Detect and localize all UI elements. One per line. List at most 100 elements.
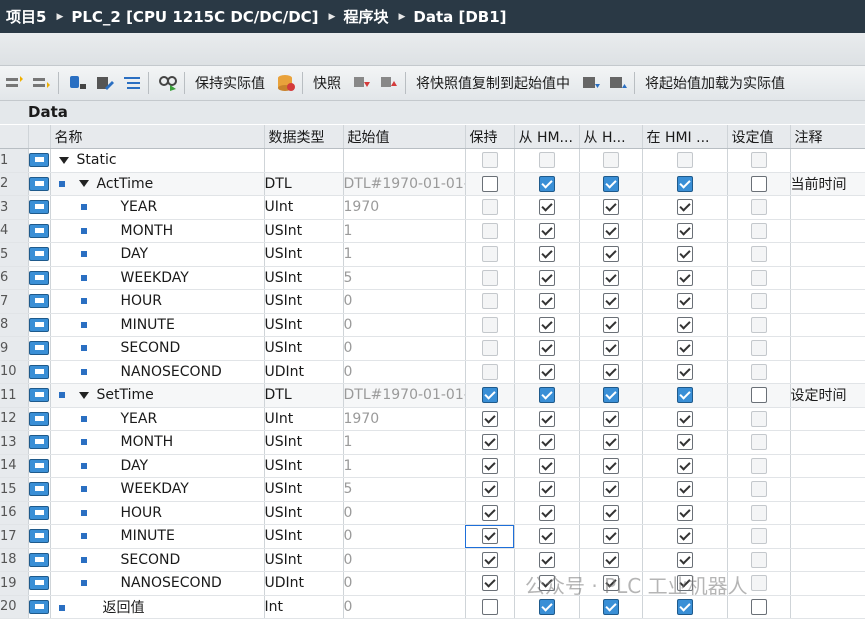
- comment-cell[interactable]: 设定时间: [790, 383, 865, 408]
- setpoint-checkbox[interactable]: [750, 363, 767, 380]
- retain-cell[interactable]: [465, 548, 515, 572]
- hmi-writable-cell[interactable]: [579, 430, 643, 455]
- comment-cell[interactable]: [790, 430, 865, 455]
- start-value-cell[interactable]: 0: [343, 595, 466, 619]
- col-hmi-accessible[interactable]: 从 HM...: [514, 125, 580, 149]
- col-hmi-visible[interactable]: 在 HMI ...: [642, 125, 728, 149]
- hmi-writable-cell[interactable]: [579, 266, 643, 290]
- hmi-visible-checkbox[interactable]: [676, 152, 693, 169]
- hmi-writable-cell[interactable]: [579, 195, 643, 220]
- setpoint-checkbox[interactable]: [750, 222, 767, 239]
- insert-row-icon[interactable]: [3, 71, 27, 95]
- setpoint-cell[interactable]: [727, 289, 791, 314]
- datatype-cell[interactable]: Int: [264, 595, 344, 619]
- breadcrumb-blocks[interactable]: 程序块: [343, 6, 388, 27]
- setpoint-cell[interactable]: [727, 383, 791, 408]
- hmi-writable-checkbox[interactable]: [602, 293, 619, 310]
- hmi-writable-checkbox[interactable]: [602, 246, 619, 263]
- hmi-writable-checkbox[interactable]: [602, 598, 619, 615]
- hmi-accessible-checkbox[interactable]: [538, 340, 555, 357]
- setpoint-checkbox[interactable]: [750, 175, 767, 192]
- hmi-writable-checkbox[interactable]: [602, 457, 619, 474]
- hmi-writable-checkbox[interactable]: [602, 175, 619, 192]
- load-start-icon[interactable]: [606, 71, 630, 95]
- hmi-accessible-checkbox[interactable]: [538, 246, 555, 263]
- table-row[interactable]: 1 Static: [0, 148, 865, 173]
- hmi-writable-cell[interactable]: [579, 477, 643, 502]
- hmi-accessible-checkbox[interactable]: [538, 152, 555, 169]
- hmi-accessible-checkbox[interactable]: [538, 269, 555, 286]
- hmi-writable-checkbox[interactable]: [602, 387, 619, 404]
- table-row[interactable]: 18 SECOND USInt 0: [0, 548, 865, 572]
- hmi-accessible-cell[interactable]: [514, 501, 580, 525]
- setpoint-cell[interactable]: [727, 336, 791, 361]
- start-value-cell[interactable]: DTL#1970-01-01-: [343, 383, 466, 408]
- name-cell[interactable]: HOUR: [50, 289, 265, 314]
- db-monitor-icon[interactable]: [66, 71, 90, 95]
- name-cell[interactable]: SetTime: [50, 383, 265, 408]
- table-row[interactable]: 16 HOUR USInt 0: [0, 501, 865, 525]
- retain-cell[interactable]: [465, 454, 515, 478]
- start-value-cell[interactable]: 1: [343, 454, 466, 478]
- start-value-cell[interactable]: 0: [343, 501, 466, 525]
- retain-cell[interactable]: [465, 336, 515, 361]
- monitor-glasses-icon[interactable]: [156, 71, 180, 95]
- name-cell[interactable]: MONTH: [50, 430, 265, 455]
- datatype-cell[interactable]: USInt: [264, 430, 344, 455]
- hmi-writable-cell[interactable]: [579, 242, 643, 267]
- name-cell[interactable]: WEEKDAY: [50, 477, 265, 502]
- hmi-visible-checkbox[interactable]: [676, 528, 693, 545]
- hmi-writable-checkbox[interactable]: [602, 269, 619, 286]
- start-value-cell[interactable]: DTL#1970-01-01-: [343, 172, 466, 196]
- retain-checkbox[interactable]: [481, 152, 498, 169]
- start-value-cell[interactable]: 1970: [343, 195, 466, 220]
- datatype-cell[interactable]: USInt: [264, 477, 344, 502]
- hmi-writable-cell[interactable]: [579, 219, 643, 243]
- hmi-writable-checkbox[interactable]: [602, 199, 619, 216]
- start-value-cell[interactable]: 5: [343, 477, 466, 502]
- hmi-visible-cell[interactable]: [642, 242, 728, 267]
- retain-cell[interactable]: [465, 148, 515, 173]
- name-cell[interactable]: WEEKDAY: [50, 266, 265, 290]
- retain-checkbox[interactable]: [481, 340, 498, 357]
- table-row[interactable]: 12 YEAR UInt 1970: [0, 407, 865, 431]
- hmi-visible-cell[interactable]: [642, 383, 728, 408]
- hmi-visible-cell[interactable]: [642, 430, 728, 455]
- start-value-cell[interactable]: 5: [343, 266, 466, 290]
- setpoint-checkbox[interactable]: [750, 434, 767, 451]
- setpoint-cell[interactable]: [727, 360, 791, 384]
- hmi-visible-cell[interactable]: [642, 454, 728, 478]
- datatype-cell[interactable]: USInt: [264, 242, 344, 267]
- hmi-writable-cell[interactable]: [579, 501, 643, 525]
- keep-actual-values-button[interactable]: 保持实际值: [195, 73, 265, 93]
- hmi-visible-cell[interactable]: [642, 524, 728, 549]
- retain-checkbox[interactable]: [481, 269, 498, 286]
- hmi-accessible-checkbox[interactable]: [538, 222, 555, 239]
- name-cell[interactable]: DAY: [50, 454, 265, 478]
- setpoint-cell[interactable]: [727, 524, 791, 549]
- retain-cell[interactable]: [465, 266, 515, 290]
- breadcrumb-project[interactable]: 项目5: [0, 6, 46, 27]
- hmi-visible-checkbox[interactable]: [676, 481, 693, 498]
- datatype-cell[interactable]: UDInt: [264, 571, 344, 596]
- name-cell[interactable]: MONTH: [50, 219, 265, 243]
- hmi-accessible-cell[interactable]: [514, 383, 580, 408]
- retain-cell[interactable]: [465, 501, 515, 525]
- hmi-writable-cell[interactable]: [579, 548, 643, 572]
- setpoint-checkbox[interactable]: [750, 504, 767, 521]
- hmi-visible-checkbox[interactable]: [676, 222, 693, 239]
- retain-cell[interactable]: [465, 383, 515, 408]
- retain-cell[interactable]: [465, 195, 515, 220]
- hmi-visible-checkbox[interactable]: [676, 316, 693, 333]
- copy-snapshot-icon[interactable]: [350, 71, 374, 95]
- comment-cell[interactable]: [790, 407, 865, 431]
- col-datatype[interactable]: 数据类型: [264, 125, 344, 149]
- setpoint-cell[interactable]: [727, 430, 791, 455]
- retain-checkbox[interactable]: [481, 504, 498, 521]
- setpoint-cell[interactable]: [727, 548, 791, 572]
- comment-cell[interactable]: [790, 595, 865, 619]
- hmi-visible-cell[interactable]: [642, 336, 728, 361]
- comment-cell[interactable]: [790, 360, 865, 384]
- start-value-cell[interactable]: 1: [343, 430, 466, 455]
- hmi-accessible-cell[interactable]: [514, 289, 580, 314]
